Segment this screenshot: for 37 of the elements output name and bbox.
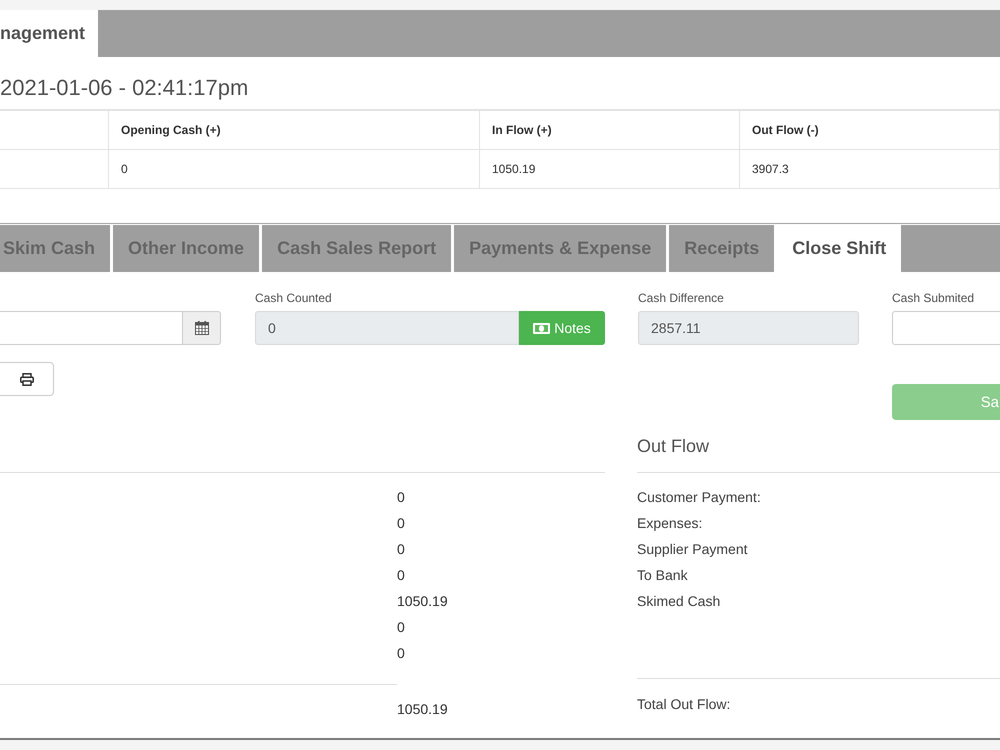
notes-button[interactable]: Notes (519, 311, 605, 345)
field-label: Cash Submited (892, 291, 976, 306)
table-cell: 1050.19 (480, 150, 740, 188)
amount-value: 0 (397, 514, 405, 533)
cash-input-field[interactable] (892, 311, 1000, 345)
section-tab[interactable]: Close Shift (777, 225, 902, 272)
table-header-cell: Out Flow (-) (740, 110, 1000, 150)
field-label: Cash Counted (255, 291, 333, 306)
table-cell: 0 (108, 150, 480, 188)
field-label: Cash Difference (638, 291, 725, 306)
amount-value: 0 (397, 488, 405, 507)
table-header-cell: Opening Cash (+) (108, 110, 480, 150)
table-header-cell: In Flow (+) (480, 110, 740, 150)
row-label: Customer Payment: (637, 488, 761, 507)
table-cell: 3907.3 (740, 150, 1000, 188)
shift-timestamp: 2021-01-06 - 02:41:17pm (0, 74, 250, 102)
calendar-button[interactable] (182, 311, 221, 345)
total-label: Total Out Flow: (637, 696, 730, 712)
date-input-field[interactable] (0, 311, 183, 345)
row-label: To Bank (637, 566, 688, 585)
amount-value: 0 (397, 618, 405, 637)
total-value: 1050.19 (397, 700, 448, 719)
cash-counted-field[interactable]: 0 (255, 311, 519, 345)
module-tab[interactable]: nagement (0, 10, 98, 57)
banknote-icon (533, 322, 550, 334)
amount-value: 0 (397, 644, 405, 663)
amount-value: 0 (397, 540, 405, 559)
section-heading: Out Flow (637, 435, 710, 458)
print-button[interactable] (0, 362, 54, 396)
amount-value: 1050.19 (397, 592, 448, 611)
row-label: Supplier Payment (637, 540, 748, 559)
printer-icon (20, 372, 34, 386)
row-label: Skimed Cash (637, 592, 720, 611)
cash-difference-field[interactable]: 2857.11 (638, 311, 859, 345)
calendar-icon (194, 321, 208, 335)
row-label: Expenses: (637, 514, 702, 533)
amount-value: 0 (397, 566, 405, 585)
